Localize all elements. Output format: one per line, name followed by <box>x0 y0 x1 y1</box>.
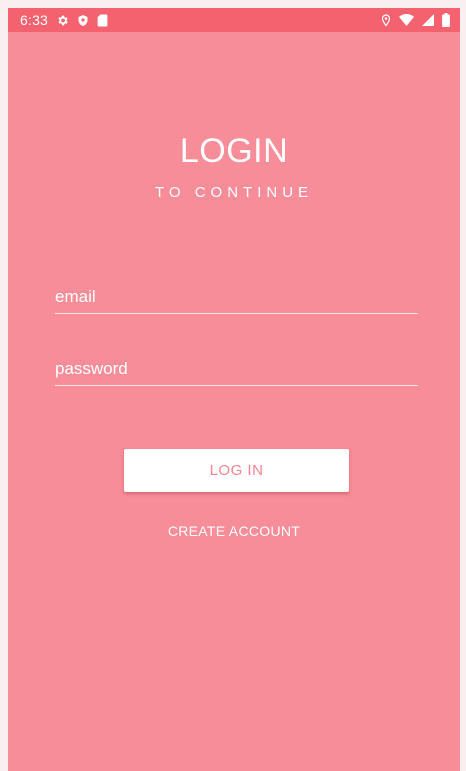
status-bar-left: 6:33 <box>20 12 108 28</box>
status-bar: 6:33 <box>8 8 460 32</box>
status-time: 6:33 <box>20 12 49 28</box>
wifi-icon <box>399 14 414 26</box>
create-account-link[interactable]: CREATE ACCOUNT <box>8 523 460 539</box>
login-button[interactable]: LOG IN <box>124 449 349 492</box>
signal-icon <box>422 14 434 26</box>
password-field[interactable] <box>55 356 418 386</box>
email-field[interactable] <box>55 284 418 314</box>
page-subtitle: TO CONTINUE <box>154 184 314 201</box>
status-bar-right <box>381 13 450 27</box>
shield-icon <box>77 14 89 27</box>
gear-icon <box>56 14 69 27</box>
battery-icon <box>442 13 450 27</box>
phone-screen: 6:33 LOGIN TO CONTINUE email LOG IN CREA… <box>8 8 460 771</box>
sd-card-icon <box>97 14 108 27</box>
page-title: LOGIN <box>179 132 289 170</box>
location-icon <box>381 13 391 27</box>
